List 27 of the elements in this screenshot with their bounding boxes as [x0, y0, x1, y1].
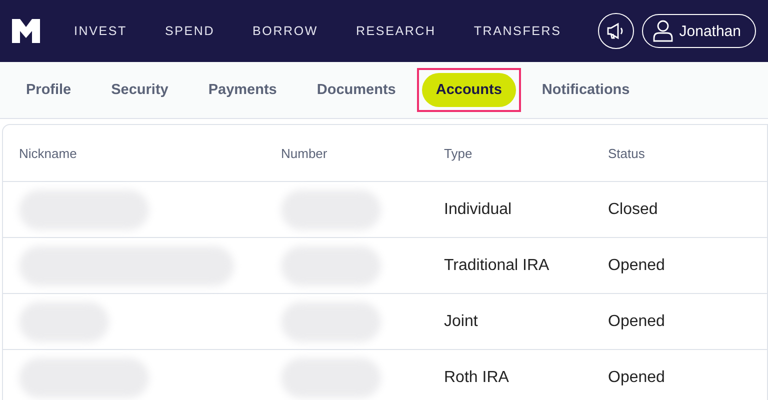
user-menu-button[interactable]: Jonathan [642, 14, 756, 48]
column-header: Number [281, 146, 328, 160]
table-cell-text: Opened [608, 312, 666, 330]
tab[interactable]: Notifications [528, 73, 644, 107]
tab[interactable]: Documents [302, 73, 410, 107]
table-cell-text: Roth IRA [444, 368, 510, 386]
column-header: Type [444, 146, 474, 160]
tab[interactable]: Accounts [422, 73, 516, 107]
table-cell-text: Individual [444, 200, 513, 218]
announcements-button[interactable] [598, 13, 634, 49]
nav-link[interactable]: INVEST [74, 24, 127, 38]
column-header: Nickname [19, 146, 78, 160]
nav-link[interactable]: RESEARCH [356, 24, 436, 38]
nav-link[interactable]: BORROW [252, 24, 318, 38]
tab[interactable]: Payments [194, 73, 291, 107]
nav-link[interactable]: TRANSFERS [474, 24, 562, 38]
tab[interactable]: Security [97, 73, 182, 107]
table-cell-text: Opened [608, 368, 666, 386]
nav-link[interactable]: SPEND [164, 24, 215, 38]
table-cell-text: Traditional IRA [444, 256, 550, 274]
table-cell-text: Joint [444, 312, 479, 330]
table-cell-text: Opened [608, 256, 666, 274]
column-header: Status [608, 146, 646, 160]
table-cell-text: Closed [608, 200, 659, 218]
logo-icon[interactable] [12, 19, 40, 43]
user-icon [653, 20, 674, 42]
tab[interactable]: Profile [12, 73, 86, 107]
